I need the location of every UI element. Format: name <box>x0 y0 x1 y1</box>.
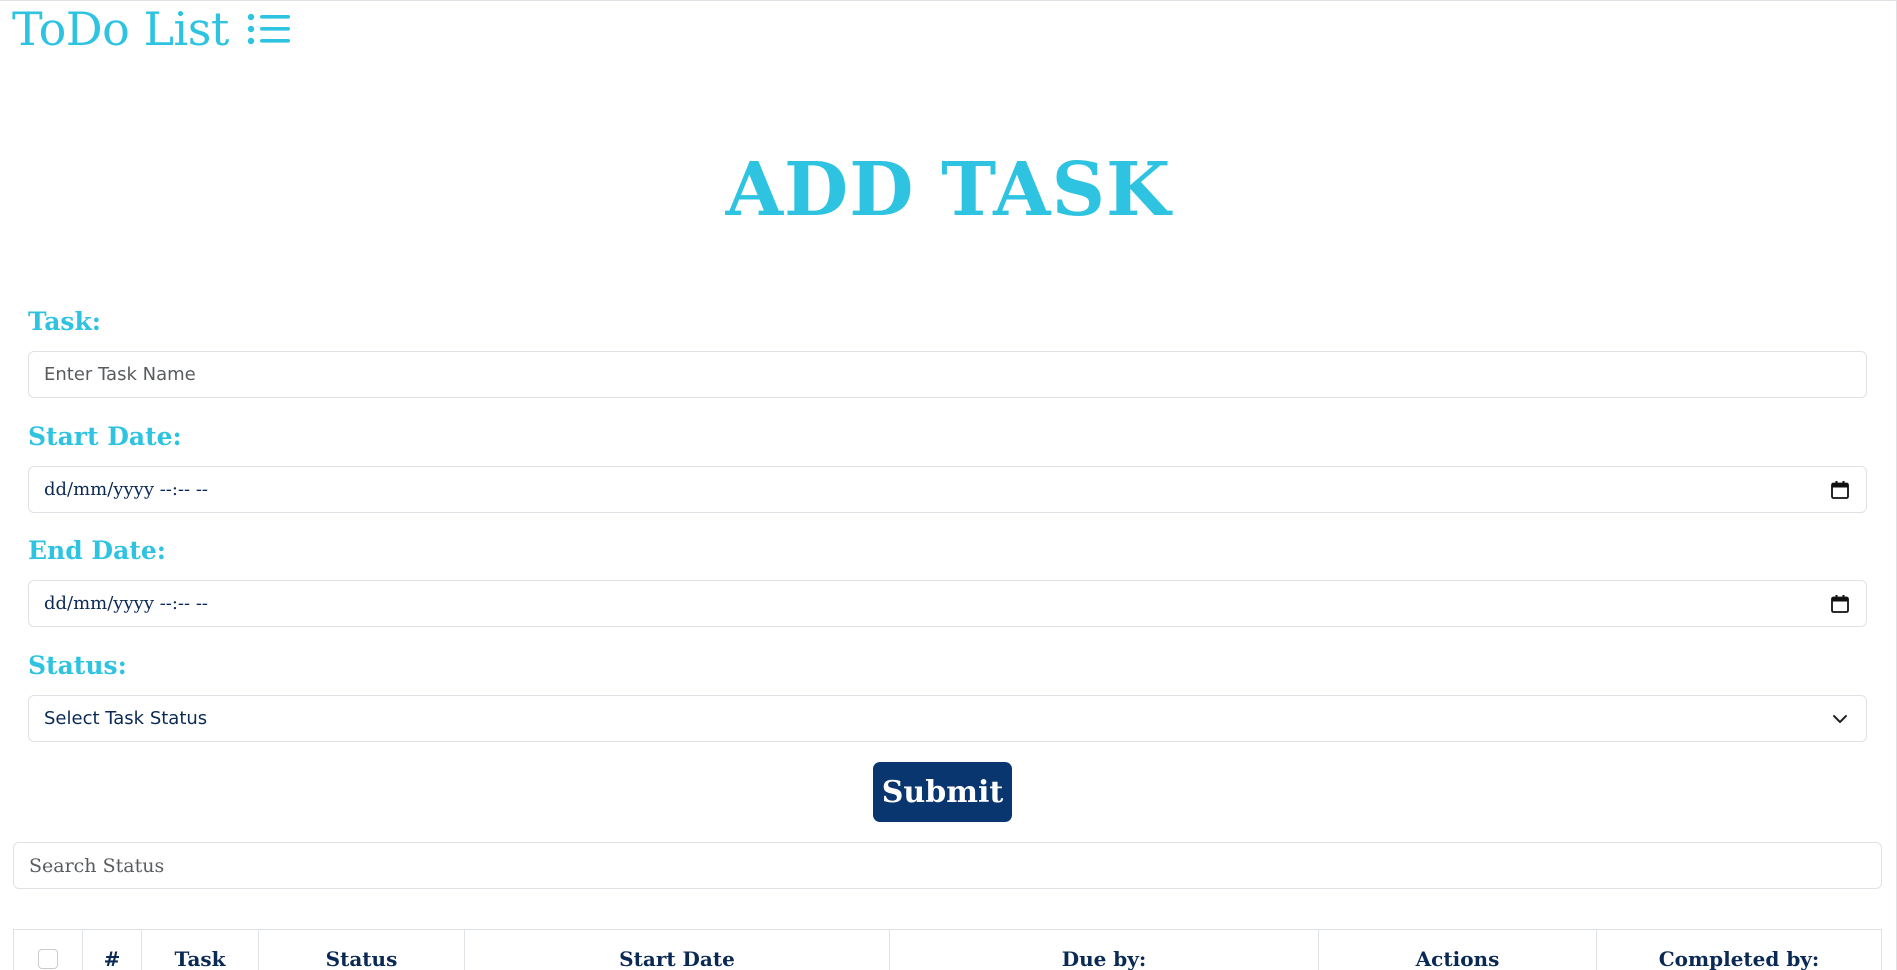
page-title: ADD TASK <box>725 147 1172 233</box>
task-table-header: # Task Status Start Date Due by: Actions… <box>13 929 1882 970</box>
status-label: Status: <box>28 651 127 680</box>
end-date-label: End Date: <box>28 536 166 565</box>
status-select-value: Select Task Status <box>44 708 208 729</box>
chevron-down-icon <box>1833 714 1847 723</box>
task-label: Task: <box>28 307 102 336</box>
end-date-value: dd/mm/yyyy --:-- -- <box>44 593 208 614</box>
status-select[interactable]: Select Task Status <box>28 695 1867 742</box>
column-header-task[interactable]: Task <box>142 930 259 970</box>
end-date-input[interactable]: dd/mm/yyyy --:-- -- <box>28 580 1867 627</box>
start-date-value: dd/mm/yyyy --:-- -- <box>44 479 208 500</box>
column-header-actions[interactable]: Actions <box>1319 930 1597 970</box>
select-all-checkbox[interactable] <box>38 949 58 969</box>
calendar-icon[interactable] <box>1830 594 1850 614</box>
calendar-icon[interactable] <box>1830 480 1850 500</box>
column-header-completed-by[interactable]: Completed by: <box>1597 930 1881 970</box>
start-date-label: Start Date: <box>28 422 182 451</box>
list-icon <box>247 13 290 45</box>
brand-title: ToDo List <box>12 2 229 56</box>
search-status-input[interactable]: Search Status <box>13 842 1882 889</box>
submit-button[interactable]: Submit <box>873 762 1012 822</box>
navbar-brand[interactable]: ToDo List <box>12 0 291 58</box>
select-all-column <box>14 930 83 970</box>
search-status-placeholder: Search Status <box>29 854 165 877</box>
start-date-input[interactable]: dd/mm/yyyy --:-- -- <box>28 466 1867 513</box>
task-name-placeholder: Enter Task Name <box>44 364 196 385</box>
task-name-input[interactable]: Enter Task Name <box>28 351 1867 398</box>
column-header-due-by[interactable]: Due by: <box>890 930 1319 970</box>
column-header-status[interactable]: Status <box>259 930 465 970</box>
column-header-start-date[interactable]: Start Date <box>465 930 890 970</box>
column-header-number[interactable]: # <box>83 930 142 970</box>
